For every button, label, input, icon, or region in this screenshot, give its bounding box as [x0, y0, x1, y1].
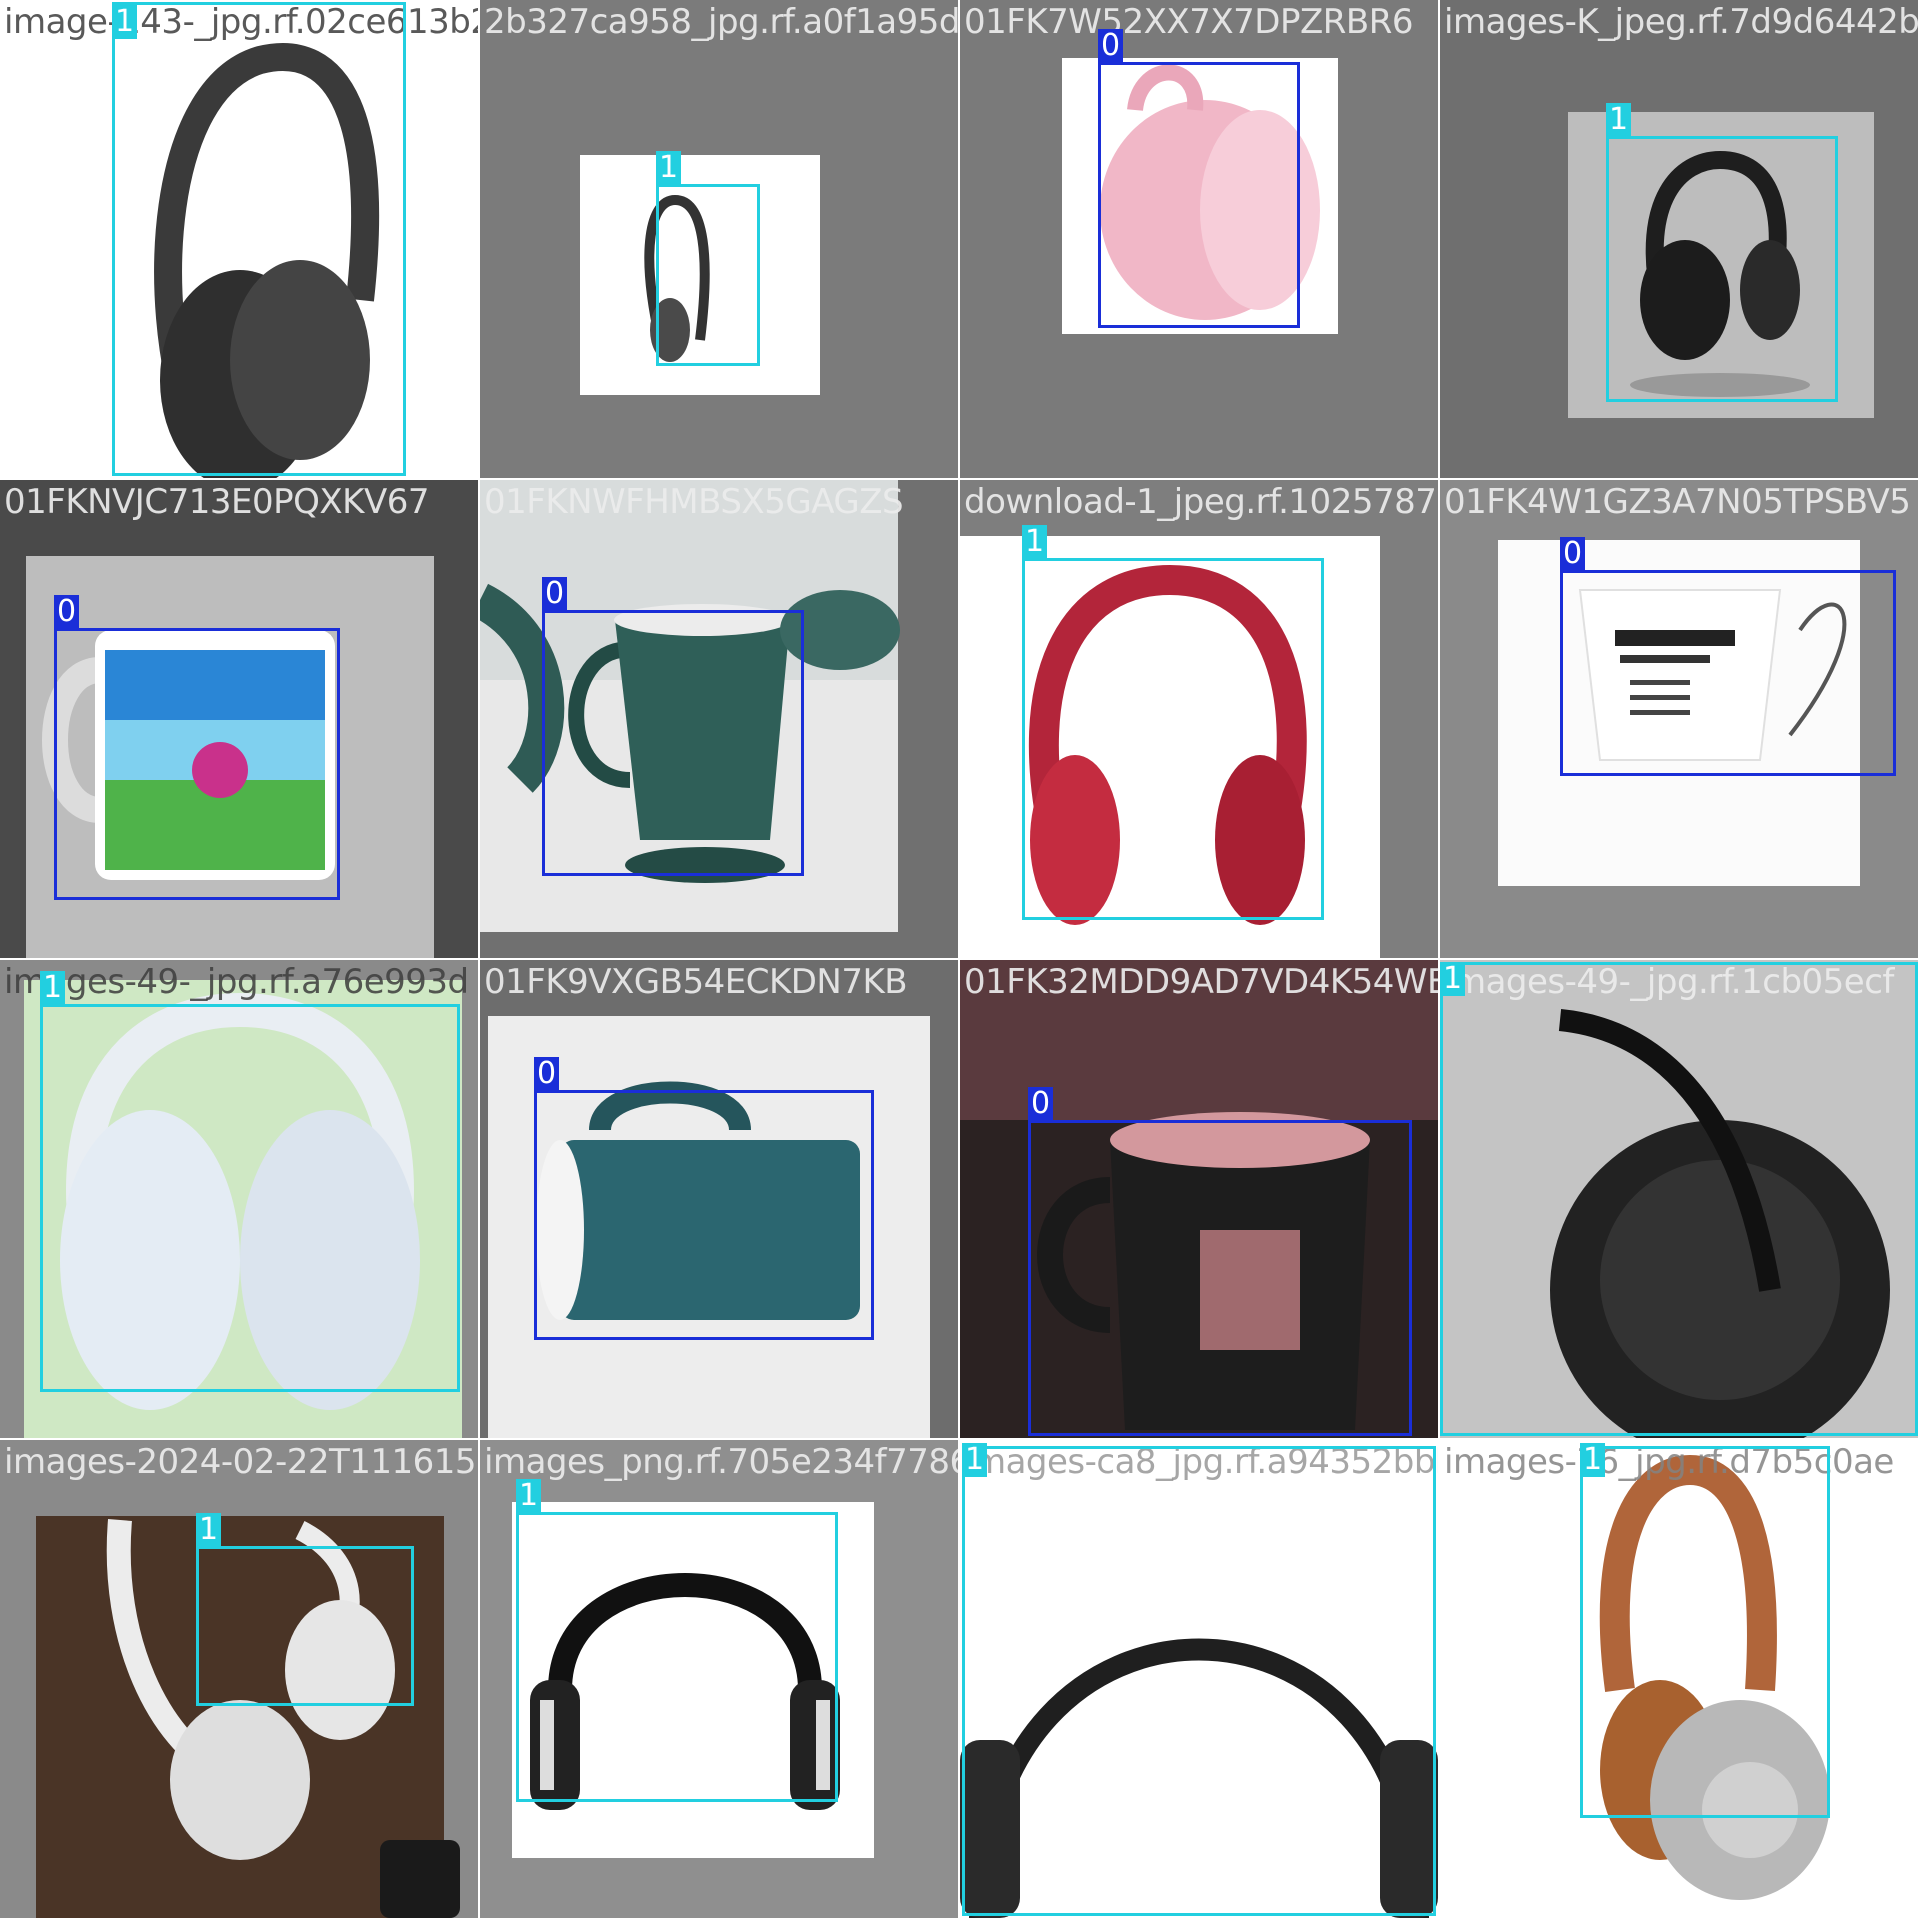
bbox-class-0: 0: [1560, 537, 1896, 776]
tile-13[interactable]: images_png.rf.705e234f77866 1: [480, 1440, 958, 1918]
tile-8[interactable]: images-49-_jpg.rf.a76e993d 1: [0, 960, 478, 1438]
tile-9[interactable]: 01FK9VXGB54ECKDN7KB 0: [480, 960, 958, 1438]
class-label: 1: [962, 1443, 988, 1477]
tile-6[interactable]: download-1_jpeg.rf.1025787 1: [960, 480, 1438, 958]
class-label: 1: [1606, 103, 1632, 137]
class-label: 1: [1580, 1443, 1606, 1477]
bbox-class-0: 0: [54, 595, 340, 900]
bbox-class-1: 1: [1440, 962, 1918, 1436]
class-label: 1: [1022, 525, 1048, 559]
tile-11[interactable]: images-49-_jpg.rf.1cb05ecf 1: [1440, 960, 1918, 1438]
class-label: 1: [656, 151, 682, 185]
class-label: 0: [542, 577, 568, 611]
tile-14[interactable]: images-ca8_jpg.rf.a94352bbb 1: [960, 1440, 1438, 1918]
bbox-class-1: 1: [1606, 103, 1838, 402]
class-label: 1: [112, 5, 138, 39]
class-label: 1: [40, 971, 66, 1005]
bbox-class-0: 0: [534, 1057, 874, 1340]
tile-15[interactable]: images-76_jpg.rf.d7b5c0ae 1: [1440, 1440, 1918, 1918]
tile-1[interactable]: 2b327ca958_jpg.rf.a0f1a95d84b 1: [480, 0, 958, 478]
mosaic-grid: image-143-_jpg.rf.02ce613b2 1 2b327ca958…: [0, 0, 1920, 1920]
bbox-class-1: 1: [656, 151, 760, 366]
class-label: 1: [196, 1513, 222, 1547]
bbox-class-1: 1: [40, 971, 460, 1392]
bbox-class-1: 1: [516, 1479, 838, 1802]
tile-7[interactable]: 01FK4W1GZ3A7N05TPSBV5 0: [1440, 480, 1918, 958]
bbox-class-1: 1: [1022, 525, 1324, 920]
tile-2[interactable]: 01FK7W52XX7X7DPZRBR6 0: [960, 0, 1438, 478]
bbox-class-0: 0: [542, 577, 804, 876]
bbox-class-0: 0: [1098, 29, 1300, 328]
class-label: 0: [1028, 1087, 1054, 1121]
class-label: 1: [516, 1479, 542, 1513]
bbox-class-1: 1: [1580, 1443, 1830, 1818]
bbox-class-1: 1: [962, 1443, 1436, 1916]
tile-4[interactable]: 01FKNVJC713E0PQXKV67 0: [0, 480, 478, 958]
class-label: 0: [1560, 537, 1586, 571]
tile-10[interactable]: 01FK32MDD9AD7VD4K54WE 0: [960, 960, 1438, 1438]
tile-0[interactable]: image-143-_jpg.rf.02ce613b2 1: [0, 0, 478, 478]
bbox-class-0: 0: [1028, 1087, 1412, 1436]
class-label: 0: [1098, 29, 1124, 63]
tile-5[interactable]: 01FKNWFHMBSX5GAGZS 0: [480, 480, 958, 958]
class-label: 1: [1440, 962, 1466, 996]
class-label: 0: [54, 595, 80, 629]
class-label: 0: [534, 1057, 560, 1091]
tile-12[interactable]: images-2024-02-22T111615 1: [0, 1440, 478, 1918]
bbox-class-1: 1: [196, 1513, 414, 1706]
tile-3[interactable]: images-K_jpeg.rf.7d9d6442b 1: [1440, 0, 1918, 478]
bbox-class-1: 1: [112, 2, 406, 476]
